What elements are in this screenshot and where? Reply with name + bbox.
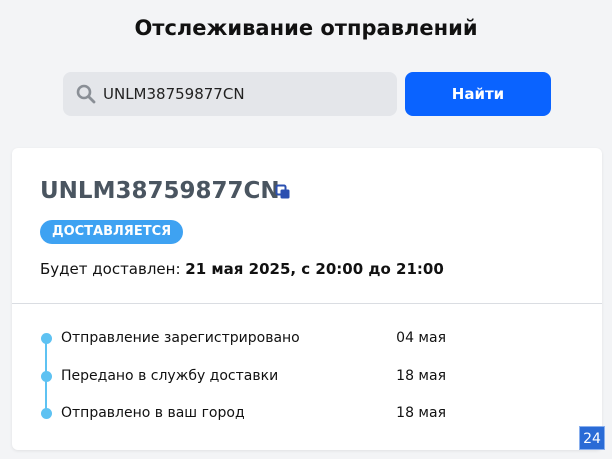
shipment-card: UNLM38759877CN ДОСТАВЛЯЕТСЯ Будет достав… [12, 148, 602, 450]
search-box [63, 72, 397, 116]
find-button[interactable]: Найти [405, 72, 551, 116]
status-badge: ДОСТАВЛЯЕТСЯ [40, 220, 184, 244]
timeline-dot [40, 333, 52, 344]
search-icon [76, 84, 96, 104]
event-date: 18 мая [396, 368, 446, 384]
search-input[interactable] [101, 84, 385, 104]
copy-icon[interactable] [275, 184, 291, 200]
page-title: Отслеживание отправлений [134, 16, 478, 40]
divider [12, 303, 602, 304]
timeline-dot [40, 371, 52, 382]
delivery-label: Будет доставлен: [40, 260, 186, 278]
delivery-estimate: Будет доставлен: 21 мая 2025, с 20:00 до… [40, 260, 444, 278]
tracking-number: UNLM38759877CN [40, 178, 280, 204]
timeline-dot [40, 408, 52, 419]
event-text: Отправлено в ваш город [61, 405, 245, 421]
event-text: Передано в службу доставки [61, 368, 279, 384]
event-date: 04 мая [396, 330, 446, 346]
event-date: 18 мая [396, 405, 446, 421]
event-text: Отправление зарегистрировано [61, 330, 300, 346]
corner-badge[interactable]: 24 [579, 426, 605, 450]
delivery-value: 21 мая 2025, с 20:00 до 21:00 [185, 260, 444, 278]
